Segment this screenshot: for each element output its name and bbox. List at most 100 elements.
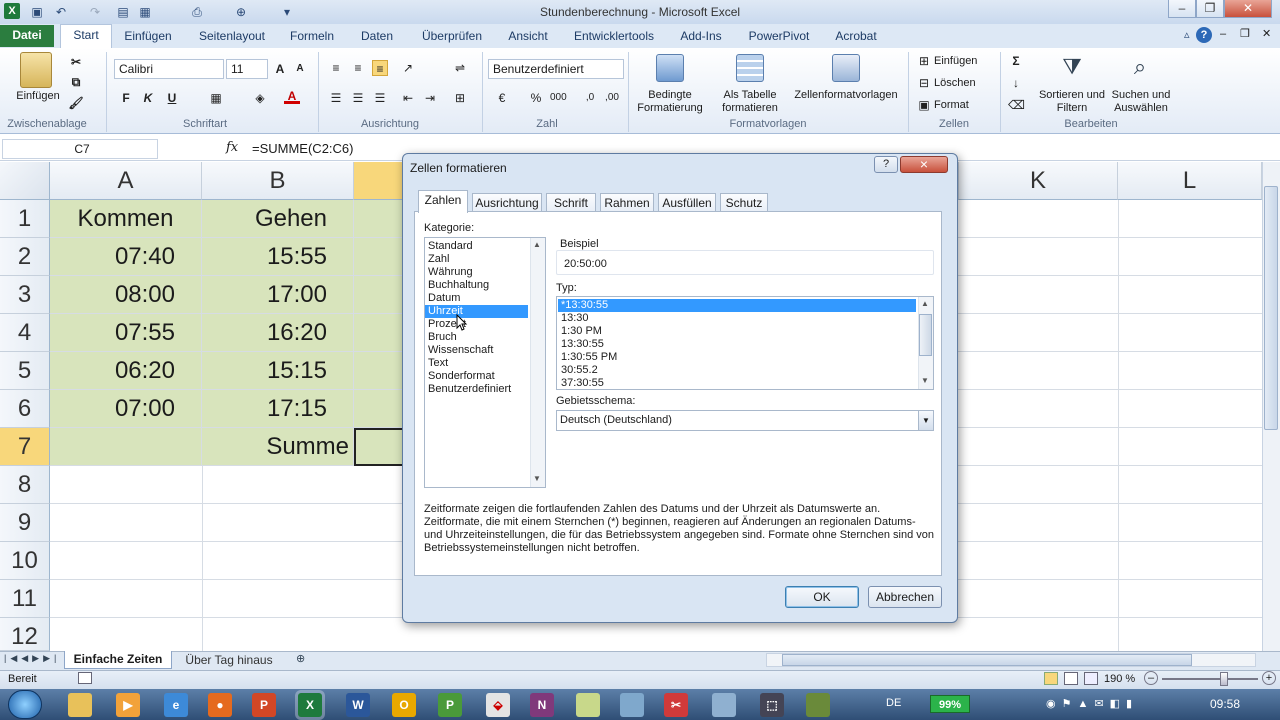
cancel-button[interactable]: Abbrechen bbox=[868, 586, 942, 608]
column-header-k[interactable]: K bbox=[958, 162, 1118, 200]
align-top-icon[interactable]: ≡ bbox=[328, 60, 344, 76]
type-item[interactable]: 37:30:55 bbox=[558, 377, 916, 390]
chevron-down-icon[interactable]: ▼ bbox=[918, 411, 933, 430]
zoom-in-icon[interactable]: + bbox=[1262, 671, 1276, 685]
percent-icon[interactable]: % bbox=[528, 90, 544, 106]
conditional-formatting-button[interactable]: Bedingte Formatierung bbox=[632, 89, 708, 115]
cell-c7-selected[interactable] bbox=[354, 428, 404, 466]
row-header[interactable]: 2 bbox=[0, 238, 50, 276]
insert-cells-button[interactable]: Einfügen bbox=[934, 55, 984, 68]
cell-c3[interactable] bbox=[354, 276, 404, 314]
cut-icon[interactable]: ✂ bbox=[68, 54, 84, 70]
clock[interactable]: 09:58 bbox=[1210, 697, 1240, 711]
fill-icon[interactable]: ↓ bbox=[1008, 75, 1024, 91]
sheet-nav-icons[interactable]: |◀◀▶▶| bbox=[4, 653, 60, 664]
column-header-b[interactable]: B bbox=[202, 162, 354, 200]
excel-taskbar-icon[interactable]: X bbox=[298, 693, 322, 717]
row-header[interactable]: 10 bbox=[0, 542, 50, 580]
cell-b2[interactable]: 15:55 bbox=[202, 238, 354, 276]
insert-function-icon[interactable]: fx bbox=[226, 140, 238, 155]
app-icon[interactable] bbox=[712, 693, 736, 717]
tab-start[interactable]: Start bbox=[60, 24, 112, 49]
tab-acrobat[interactable]: Acrobat bbox=[828, 26, 884, 48]
type-item[interactable]: 13:30 bbox=[558, 312, 916, 325]
fill-color-icon[interactable]: ◈ bbox=[252, 90, 268, 106]
cell-c6[interactable] bbox=[354, 390, 404, 428]
category-item[interactable]: Zahl bbox=[425, 253, 528, 266]
zoom-slider[interactable] bbox=[1162, 678, 1258, 680]
increase-decimal-icon[interactable]: ,0 bbox=[582, 90, 598, 106]
clear-icon[interactable]: ⌫ bbox=[1008, 97, 1025, 113]
type-item[interactable]: 1:30 PM bbox=[558, 325, 916, 338]
app-icon[interactable]: ⬚ bbox=[760, 693, 784, 717]
delete-cells-icon[interactable]: ⊟ bbox=[916, 75, 932, 91]
tab-powerpivot[interactable]: PowerPivot bbox=[740, 26, 818, 48]
cell-styles-icon[interactable] bbox=[832, 54, 860, 82]
shrink-font-icon[interactable]: A bbox=[292, 61, 308, 77]
column-header-c[interactable] bbox=[354, 162, 404, 200]
restore-button[interactable]: ❐ bbox=[1196, 0, 1224, 18]
sheet-tab[interactable]: Über Tag hinaus bbox=[176, 652, 282, 669]
category-item[interactable]: Sonderformat bbox=[425, 370, 528, 383]
cell-b6[interactable]: 17:15 bbox=[202, 390, 354, 428]
tab-ansicht[interactable]: Ansicht bbox=[502, 26, 554, 48]
underline-icon[interactable]: U bbox=[164, 90, 180, 106]
wrap-text-icon[interactable]: ⇌ bbox=[452, 60, 468, 76]
format-cells-button[interactable]: Format bbox=[934, 99, 984, 112]
workbook-minimize-icon[interactable]: – bbox=[1220, 28, 1226, 40]
cell-c4[interactable] bbox=[354, 314, 404, 352]
format-cells-icon[interactable]: ▣ bbox=[916, 97, 932, 113]
tab-zahlen[interactable]: Zahlen bbox=[418, 190, 468, 213]
cell-b5[interactable]: 15:15 bbox=[202, 352, 354, 390]
category-scrollbar[interactable] bbox=[530, 238, 545, 487]
border-icon[interactable]: ▦ bbox=[208, 90, 224, 106]
powerpoint-icon[interactable]: P bbox=[252, 693, 276, 717]
type-item-selected[interactable]: *13:30:55 bbox=[558, 299, 916, 312]
paste-icon[interactable] bbox=[20, 52, 52, 88]
tab-ueberpruefen[interactable]: Überprüfen bbox=[414, 26, 490, 48]
tab-entwicklertools[interactable]: Entwicklertools bbox=[566, 26, 662, 48]
increase-indent-icon[interactable]: ⇥ bbox=[422, 90, 438, 106]
scroll-up-icon[interactable]: ▲ bbox=[533, 240, 541, 249]
tab-seitenlayout[interactable]: Seitenlayout bbox=[192, 26, 272, 48]
formula-input[interactable]: =SUMME(C2:C6) bbox=[252, 141, 354, 156]
align-center-icon[interactable]: ☰ bbox=[350, 90, 366, 106]
column-header-l[interactable]: L bbox=[1118, 162, 1262, 200]
align-bottom-icon[interactable]: ≡ bbox=[372, 60, 388, 76]
language-indicator[interactable]: DE bbox=[886, 697, 901, 709]
row-header[interactable]: 8 bbox=[0, 466, 50, 504]
font-color-icon[interactable]: A bbox=[284, 88, 300, 104]
decrease-indent-icon[interactable]: ⇤ bbox=[400, 90, 416, 106]
cell-a7[interactable] bbox=[50, 428, 202, 466]
sort-filter-button[interactable]: Sortieren und Filtern bbox=[1036, 89, 1108, 115]
ribbon-collapse-icon[interactable]: ▵ bbox=[1184, 28, 1190, 41]
merge-center-icon[interactable]: ⊞ bbox=[452, 90, 468, 106]
cell-a4[interactable]: 07:55 bbox=[50, 314, 202, 352]
type-scroll-thumb[interactable] bbox=[919, 314, 932, 356]
cell-b4[interactable]: 16:20 bbox=[202, 314, 354, 352]
explorer-icon[interactable] bbox=[68, 693, 92, 717]
zoom-level[interactable]: 190 % bbox=[1104, 673, 1135, 685]
help-icon[interactable]: ? bbox=[1196, 27, 1212, 43]
category-item[interactable]: Prozent bbox=[425, 318, 528, 331]
normal-view-icon[interactable] bbox=[1044, 672, 1058, 685]
name-box[interactable]: C7 bbox=[2, 139, 158, 159]
paste-button-label[interactable]: Einfügen bbox=[10, 90, 66, 103]
category-item[interactable]: Standard bbox=[425, 240, 528, 253]
category-item[interactable]: Buchhaltung bbox=[425, 279, 528, 292]
cell-a5[interactable]: 06:20 bbox=[50, 352, 202, 390]
align-right-icon[interactable]: ☰ bbox=[372, 90, 388, 106]
firefox-icon[interactable]: ● bbox=[208, 693, 232, 717]
grow-font-icon[interactable]: A bbox=[272, 61, 288, 77]
category-item[interactable]: Wissenschaft bbox=[425, 344, 528, 357]
app-icon[interactable] bbox=[576, 693, 600, 717]
tab-schrift[interactable]: Schrift bbox=[546, 193, 596, 213]
dialog-help-button[interactable]: ? bbox=[874, 156, 898, 173]
cell-b1[interactable]: Gehen bbox=[202, 200, 354, 238]
font-name-box[interactable]: Calibri bbox=[114, 59, 224, 79]
type-item[interactable]: 30:55.2 bbox=[558, 364, 916, 377]
sheet-tab-active[interactable]: Einfache Zeiten bbox=[64, 651, 172, 669]
cell-c5[interactable] bbox=[354, 352, 404, 390]
cell-a1[interactable]: Kommen bbox=[50, 200, 202, 238]
row-header[interactable]: 4 bbox=[0, 314, 50, 352]
